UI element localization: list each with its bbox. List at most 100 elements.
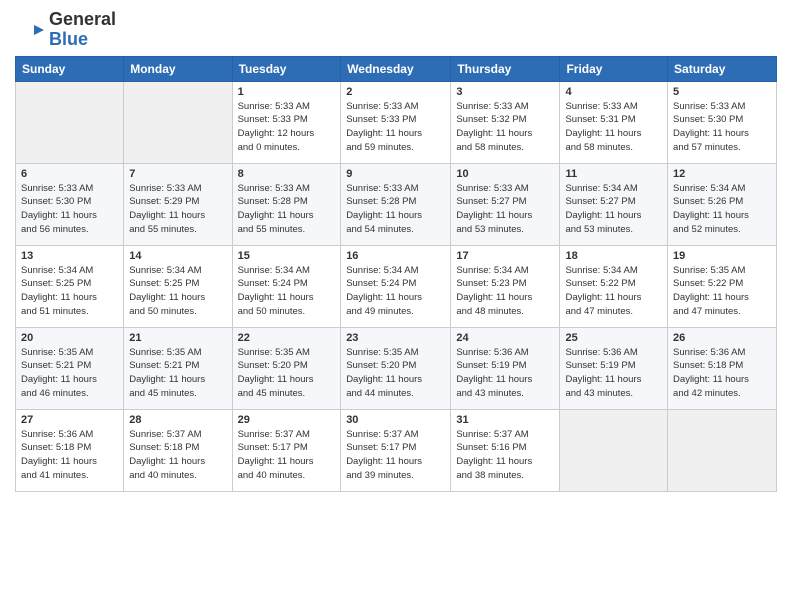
day-info: Sunrise: 5:33 AM Sunset: 5:29 PM Dayligh… (129, 182, 226, 237)
day-info: Sunrise: 5:33 AM Sunset: 5:33 PM Dayligh… (238, 100, 336, 155)
calendar-cell: 13 Sunrise: 5:34 AM Sunset: 5:25 PM Dayli… (16, 245, 124, 327)
day-info: Sunrise: 5:35 AM Sunset: 5:21 PM Dayligh… (21, 346, 118, 401)
calendar-cell: 5Sunrise: 5:33 AM Sunset: 5:30 PM Daylig… (668, 81, 777, 163)
calendar-cell: 17Sunrise: 5:34 AM Sunset: 5:23 PM Dayli… (451, 245, 560, 327)
day-info: Sunrise: 5:33 AM Sunset: 5:27 PM Dayligh… (456, 182, 554, 237)
calendar-cell: 15 Sunrise: 5:34 AM Sunset: 5:24 PM Dayli… (232, 245, 341, 327)
day-number: 21 (129, 332, 226, 344)
header: GeneralBlue (15, 10, 777, 50)
calendar-cell: 20 Sunrise: 5:35 AM Sunset: 5:21 PM Dayli… (16, 327, 124, 409)
day-number: 2 (346, 86, 445, 98)
calendar-cell: 2 Sunrise: 5:33 AM Sunset: 5:33 PM Daylig… (341, 81, 451, 163)
day-info: Sunrise: 5:33 AM Sunset: 5:33 PM Dayligh… (346, 100, 445, 155)
day-number: 22 (238, 332, 336, 344)
calendar-week-row: 20 Sunrise: 5:35 AM Sunset: 5:21 PM Dayli… (16, 327, 777, 409)
day-info: Sunrise: 5:33 AM Sunset: 5:28 PM Dayligh… (238, 182, 336, 237)
calendar-cell: 8 Sunrise: 5:33 AM Sunset: 5:28 PM Daylig… (232, 163, 341, 245)
calendar-cell: 23Sunrise: 5:35 AM Sunset: 5:20 PM Dayli… (341, 327, 451, 409)
calendar-table: SundayMondayTuesdayWednesdayThursdayFrid… (15, 56, 777, 492)
day-number: 29 (238, 414, 336, 426)
day-info: Sunrise: 5:33 AM Sunset: 5:31 PM Dayligh… (565, 100, 662, 155)
calendar-cell: 9 Sunrise: 5:33 AM Sunset: 5:28 PM Daylig… (341, 163, 451, 245)
day-info: Sunrise: 5:35 AM Sunset: 5:20 PM Dayligh… (238, 346, 336, 401)
calendar-cell: 14 Sunrise: 5:34 AM Sunset: 5:25 PM Dayli… (124, 245, 232, 327)
day-number: 9 (346, 168, 445, 180)
day-number: 19 (673, 250, 771, 262)
day-info: Sunrise: 5:36 AM Sunset: 5:19 PM Dayligh… (565, 346, 662, 401)
day-number: 3 (456, 86, 554, 98)
day-info: Sunrise: 5:36 AM Sunset: 5:18 PM Dayligh… (21, 428, 118, 483)
calendar-cell: 26Sunrise: 5:36 AM Sunset: 5:18 PM Dayli… (668, 327, 777, 409)
day-number: 25 (565, 332, 662, 344)
day-info: Sunrise: 5:34 AM Sunset: 5:27 PM Dayligh… (565, 182, 662, 237)
day-info: Sunrise: 5:34 AM Sunset: 5:24 PM Dayligh… (238, 264, 336, 319)
calendar-cell: 24 Sunrise: 5:36 AM Sunset: 5:19 PM Dayli… (451, 327, 560, 409)
day-info: Sunrise: 5:33 AM Sunset: 5:30 PM Dayligh… (21, 182, 118, 237)
page-container: GeneralBlue SundayMondayTuesdayWednesday… (0, 0, 792, 500)
calendar-cell: 10 Sunrise: 5:33 AM Sunset: 5:27 PM Dayli… (451, 163, 560, 245)
logo-general-text: General (49, 10, 116, 30)
day-info: Sunrise: 5:34 AM Sunset: 5:25 PM Dayligh… (129, 264, 226, 319)
day-info: Sunrise: 5:34 AM Sunset: 5:22 PM Dayligh… (565, 264, 662, 319)
calendar-cell: 22 Sunrise: 5:35 AM Sunset: 5:20 PM Dayli… (232, 327, 341, 409)
calendar-cell (124, 81, 232, 163)
day-info: Sunrise: 5:37 AM Sunset: 5:17 PM Dayligh… (346, 428, 445, 483)
day-number: 16 (346, 250, 445, 262)
day-info: Sunrise: 5:36 AM Sunset: 5:18 PM Dayligh… (673, 346, 771, 401)
calendar-week-row: 6 Sunrise: 5:33 AM Sunset: 5:30 PM Daylig… (16, 163, 777, 245)
day-info: Sunrise: 5:35 AM Sunset: 5:22 PM Dayligh… (673, 264, 771, 319)
calendar-cell: 27 Sunrise: 5:36 AM Sunset: 5:18 PM Dayli… (16, 409, 124, 491)
weekday-header: Monday (124, 56, 232, 81)
day-number: 23 (346, 332, 445, 344)
calendar-week-row: 1Sunrise: 5:33 AM Sunset: 5:33 PM Daylig… (16, 81, 777, 163)
calendar-cell: 12 Sunrise: 5:34 AM Sunset: 5:26 PM Dayli… (668, 163, 777, 245)
weekday-header: Sunday (16, 56, 124, 81)
day-number: 8 (238, 168, 336, 180)
day-number: 20 (21, 332, 118, 344)
calendar-cell: 7 Sunrise: 5:33 AM Sunset: 5:29 PM Daylig… (124, 163, 232, 245)
day-number: 14 (129, 250, 226, 262)
day-info: Sunrise: 5:36 AM Sunset: 5:19 PM Dayligh… (456, 346, 554, 401)
day-number: 6 (21, 168, 118, 180)
logo: GeneralBlue (15, 10, 116, 50)
day-number: 13 (21, 250, 118, 262)
calendar-cell: 1Sunrise: 5:33 AM Sunset: 5:33 PM Daylig… (232, 81, 341, 163)
calendar-cell (16, 81, 124, 163)
day-info: Sunrise: 5:37 AM Sunset: 5:18 PM Dayligh… (129, 428, 226, 483)
day-number: 12 (673, 168, 771, 180)
calendar-cell (668, 409, 777, 491)
day-info: Sunrise: 5:34 AM Sunset: 5:23 PM Dayligh… (456, 264, 554, 319)
day-number: 7 (129, 168, 226, 180)
day-number: 10 (456, 168, 554, 180)
logo-icon (15, 14, 45, 46)
calendar-cell (560, 409, 668, 491)
day-info: Sunrise: 5:37 AM Sunset: 5:17 PM Dayligh… (238, 428, 336, 483)
day-number: 18 (565, 250, 662, 262)
day-number: 5 (673, 86, 771, 98)
weekday-header: Wednesday (341, 56, 451, 81)
day-info: Sunrise: 5:33 AM Sunset: 5:28 PM Dayligh… (346, 182, 445, 237)
calendar-week-row: 27 Sunrise: 5:36 AM Sunset: 5:18 PM Dayli… (16, 409, 777, 491)
calendar-cell: 21 Sunrise: 5:35 AM Sunset: 5:21 PM Dayli… (124, 327, 232, 409)
weekday-header: Saturday (668, 56, 777, 81)
weekday-header-row: SundayMondayTuesdayWednesdayThursdayFrid… (16, 56, 777, 81)
day-info: Sunrise: 5:33 AM Sunset: 5:32 PM Dayligh… (456, 100, 554, 155)
calendar-cell: 28Sunrise: 5:37 AM Sunset: 5:18 PM Dayli… (124, 409, 232, 491)
day-info: Sunrise: 5:34 AM Sunset: 5:26 PM Dayligh… (673, 182, 771, 237)
day-number: 27 (21, 414, 118, 426)
weekday-header: Thursday (451, 56, 560, 81)
day-info: Sunrise: 5:34 AM Sunset: 5:25 PM Dayligh… (21, 264, 118, 319)
day-number: 4 (565, 86, 662, 98)
day-number: 15 (238, 250, 336, 262)
logo-blue-text: Blue (49, 30, 116, 50)
day-info: Sunrise: 5:35 AM Sunset: 5:21 PM Dayligh… (129, 346, 226, 401)
calendar-cell: 31Sunrise: 5:37 AM Sunset: 5:16 PM Dayli… (451, 409, 560, 491)
calendar-cell: 4 Sunrise: 5:33 AM Sunset: 5:31 PM Daylig… (560, 81, 668, 163)
day-number: 24 (456, 332, 554, 344)
calendar-cell: 18 Sunrise: 5:34 AM Sunset: 5:22 PM Dayli… (560, 245, 668, 327)
day-number: 31 (456, 414, 554, 426)
calendar-cell: 25 Sunrise: 5:36 AM Sunset: 5:19 PM Dayli… (560, 327, 668, 409)
day-number: 11 (565, 168, 662, 180)
calendar-week-row: 13 Sunrise: 5:34 AM Sunset: 5:25 PM Dayli… (16, 245, 777, 327)
day-info: Sunrise: 5:34 AM Sunset: 5:24 PM Dayligh… (346, 264, 445, 319)
